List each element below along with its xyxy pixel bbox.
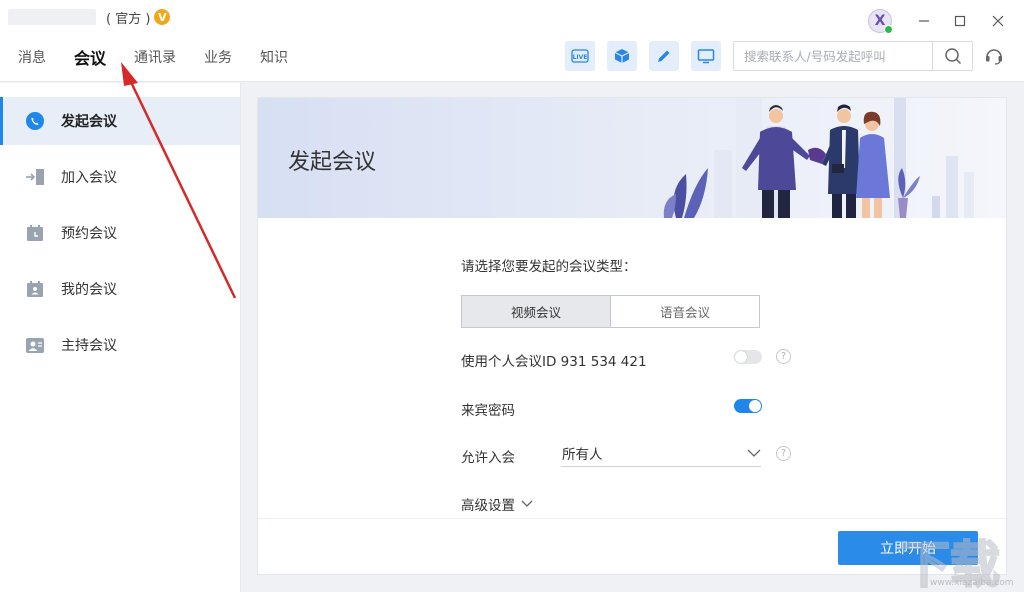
nav-item-meetings[interactable]: 会议 xyxy=(74,45,106,69)
nav-item-messages[interactable]: 消息 xyxy=(18,47,46,67)
banner: 发起会议 xyxy=(258,98,1006,218)
sidebar-item-label: 发起会议 xyxy=(61,114,117,130)
allow-join-label: 允许入会 xyxy=(461,450,515,466)
screen-icon xyxy=(697,49,715,64)
sidebar-item-my-meetings[interactable]: 我的会议 xyxy=(0,265,240,313)
sidebar-item-label: 主持会议 xyxy=(61,338,117,354)
guest-password-toggle[interactable] xyxy=(734,399,762,413)
cube-icon xyxy=(614,49,630,63)
voice-meeting-tab[interactable]: 语音会议 xyxy=(611,296,759,327)
chevron-down-icon xyxy=(521,500,533,507)
sidebar-item-start-meeting[interactable]: 发起会议 xyxy=(0,97,240,145)
cube-button[interactable] xyxy=(607,41,637,71)
close-button[interactable] xyxy=(986,9,1010,33)
chevron-down-icon xyxy=(747,449,761,457)
nav-item-knowledge[interactable]: 知识 xyxy=(260,47,288,67)
main-nav: 消息 会议 通讯录 业务 知识 xyxy=(18,44,316,70)
start-meeting-panel: 发起会议 请选择您要发起的会议类型： 视频会议 语音会议 使用个人会议ID 93… xyxy=(257,97,1007,575)
toggle-knob xyxy=(735,351,747,363)
host-meeting-icon xyxy=(24,334,46,356)
avatar[interactable]: X xyxy=(868,9,893,34)
sidebar-item-schedule-meeting[interactable]: 预约会议 xyxy=(0,209,240,257)
search-box xyxy=(733,41,973,71)
minimize-button[interactable] xyxy=(912,9,936,33)
watermark-url: www.xiazaiba.com xyxy=(930,578,1014,588)
personal-id-toggle[interactable] xyxy=(734,350,762,364)
toggle-knob xyxy=(749,400,761,412)
app-title: ( 官方 ) V xyxy=(8,6,171,28)
schedule-meeting-icon xyxy=(24,222,46,244)
customer-service-button[interactable] xyxy=(983,45,1005,67)
guest-password-label: 来宾密码 xyxy=(461,403,515,419)
app-title-suffix: ( 官方 ) xyxy=(106,11,151,27)
page-title: 发起会议 xyxy=(288,150,377,175)
maximize-icon xyxy=(954,15,966,27)
maximize-button[interactable] xyxy=(948,9,972,33)
blurred-app-name xyxy=(8,9,96,25)
pencil-button[interactable] xyxy=(649,41,679,71)
nav-item-contacts[interactable]: 通讯录 xyxy=(134,47,176,67)
vip-badge-icon: V xyxy=(154,9,171,25)
close-icon xyxy=(992,15,1004,27)
join-meeting-icon xyxy=(24,166,46,188)
personal-id-label: 使用个人会议ID 931 534 421 xyxy=(461,354,647,370)
headset-icon xyxy=(986,49,1002,65)
live-icon-text: LIVE xyxy=(573,54,588,61)
live-icon: LIVE xyxy=(571,49,589,63)
allow-join-value: 所有人 xyxy=(562,447,603,463)
start-meeting-icon xyxy=(24,110,46,132)
nav-item-business[interactable]: 业务 xyxy=(204,47,232,67)
allow-join-help-icon[interactable]: ? xyxy=(776,446,791,461)
personal-id-help-icon[interactable]: ? xyxy=(776,349,791,364)
search-icon xyxy=(944,48,961,65)
minimize-icon xyxy=(919,20,929,22)
meeting-type-switch: 视频会议 语音会议 xyxy=(461,295,760,328)
top-bar: ( 官方 ) V X 消息 会议 通讯录 业务 知识 LIVE xyxy=(0,0,1024,82)
video-meeting-tab[interactable]: 视频会议 xyxy=(462,296,611,327)
pencil-icon xyxy=(658,50,670,62)
sidebar-item-label: 加入会议 xyxy=(61,170,117,186)
my-meeting-icon xyxy=(24,278,46,300)
sidebar-item-label: 我的会议 xyxy=(61,282,117,298)
sidebar: 发起会议 加入会议 预约会议 我的会议 主持会议 xyxy=(0,83,241,592)
search-input[interactable] xyxy=(734,42,932,70)
advanced-settings-label: 高级设置 xyxy=(461,498,515,514)
screen-button[interactable] xyxy=(691,41,721,71)
allow-join-select[interactable]: 所有人 xyxy=(561,440,761,467)
panel-footer: 立即开始 xyxy=(258,518,1006,574)
search-button[interactable] xyxy=(932,42,972,70)
sidebar-item-label: 预约会议 xyxy=(61,226,117,242)
sidebar-item-join-meeting[interactable]: 加入会议 xyxy=(0,153,240,201)
online-status-icon xyxy=(884,25,893,34)
sidebar-item-host-meeting[interactable]: 主持会议 xyxy=(0,321,240,369)
meeting-type-prompt: 请选择您要发起的会议类型： xyxy=(461,259,637,275)
advanced-settings-toggle[interactable]: 高级设置 xyxy=(461,494,533,514)
meeting-illustration xyxy=(663,98,974,218)
live-button[interactable]: LIVE xyxy=(565,41,595,71)
